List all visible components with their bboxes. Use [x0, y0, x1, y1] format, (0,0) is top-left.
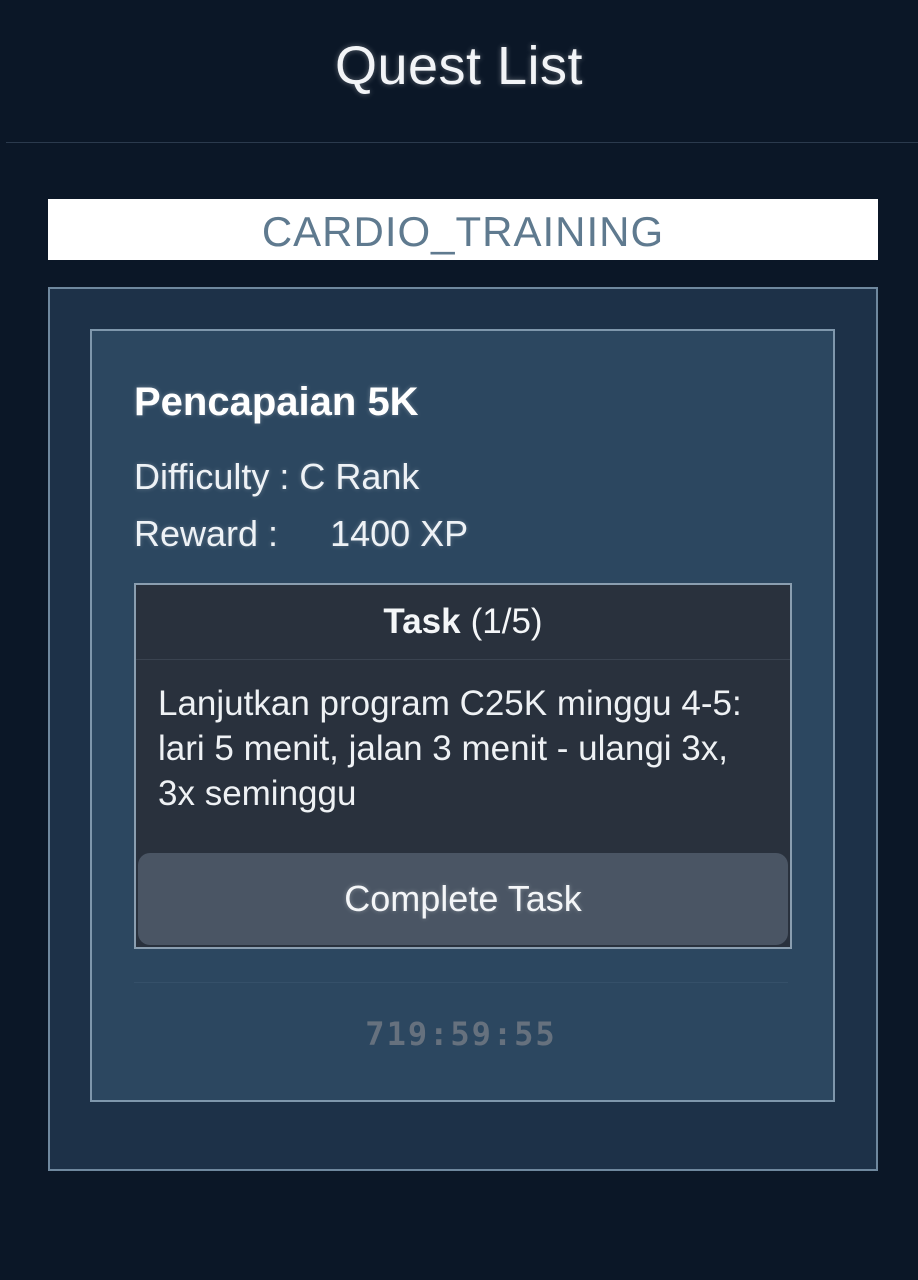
header-divider [6, 142, 918, 143]
complete-task-button[interactable]: Complete Task [138, 853, 788, 945]
quest-reward: Reward : 1400 XP [134, 513, 468, 555]
task-box: Task (1/5) Lanjutkan program C25K minggu… [134, 583, 792, 949]
quest-title: Pencapaian 5K [134, 380, 419, 424]
reward-value: 1400 XP [330, 513, 469, 554]
quest-timer: 719:59:55 [365, 1015, 557, 1053]
quest-difficulty: Difficulty : C Rank [134, 456, 420, 497]
category-banner: CARDIO_TRAINING [48, 199, 878, 260]
task-header: Task (1/5) [136, 585, 790, 660]
task-label: Task [383, 602, 461, 641]
quest-list-screen: Quest List CARDIO_TRAINING Pencapaian 5K… [0, 0, 918, 1280]
task-progress: (1/5) [470, 602, 543, 641]
card-divider [134, 982, 788, 983]
page-title: Quest List [334, 36, 584, 96]
category-label: CARDIO_TRAINING [261, 207, 665, 255]
task-description: Lanjutkan program C25K minggu 4-5: lari … [158, 684, 742, 813]
reward-label: Reward : [134, 513, 279, 554]
header: Quest List [0, 0, 918, 142]
